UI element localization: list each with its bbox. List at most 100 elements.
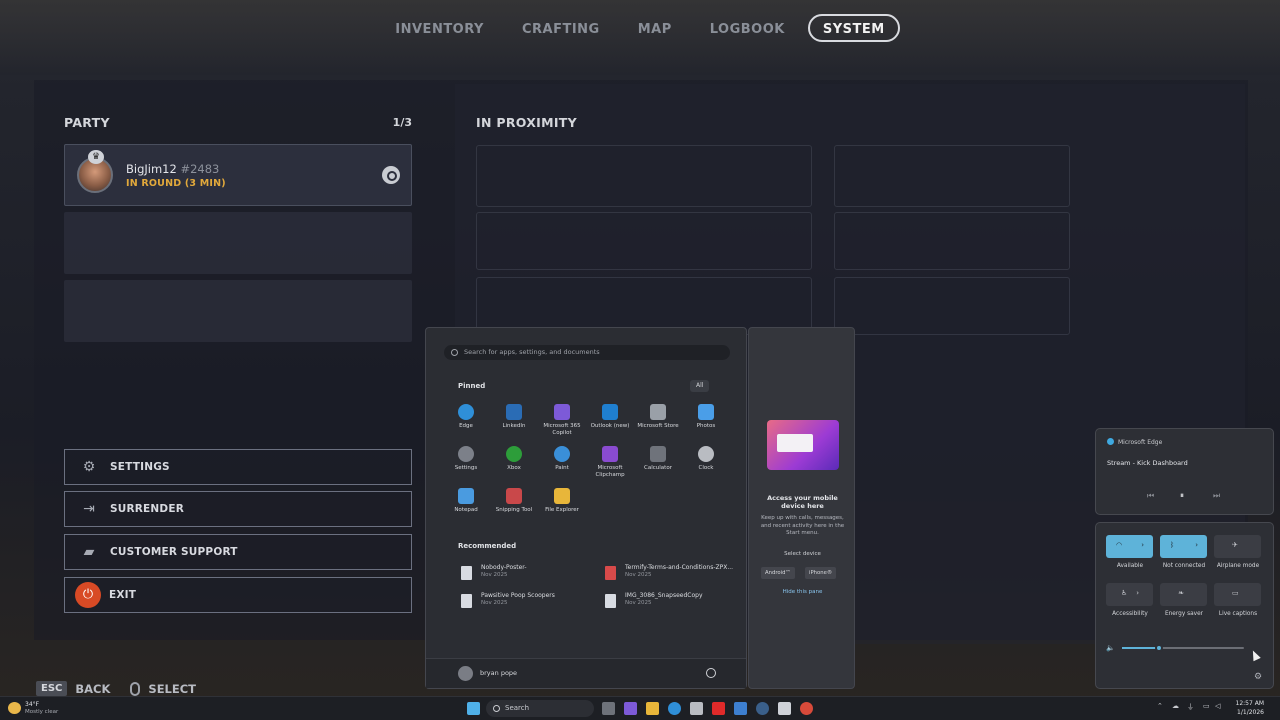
steam-icon[interactable] [756,702,769,715]
exit-button[interactable]: ⏻ EXIT [64,577,412,613]
volume-fill [1122,647,1159,649]
surrender-label: SURRENDER [110,503,184,515]
chat-icon: ▰ [83,544,95,560]
proximity-slot [834,212,1070,270]
gear-icon[interactable]: ⚙ [1254,672,1262,682]
start-search-input[interactable]: Search for apps, settings, and documents [444,345,730,360]
recommended-label: Recommended [458,542,517,550]
back-hint[interactable]: BACK [75,682,110,696]
document-icon [461,594,472,608]
accessibility-toggle[interactable]: ♿ › [1106,583,1153,606]
captions-icon: ▭ [1232,589,1239,597]
task-view-icon[interactable] [602,702,615,715]
customer-support-label: CUSTOMER SUPPORT [110,546,238,558]
app-m365-copilot[interactable]: Microsoft 365 Copilot [538,404,586,437]
app-label: Snipping Tool [495,507,533,513]
app-outlook[interactable]: Outlook (new) [586,404,634,430]
crown-icon: ♛ [88,150,104,164]
paint-icon [554,446,570,462]
tab-system[interactable]: SYSTEM [807,14,900,42]
recommended-item[interactable]: Nobody-Poster- Nov 2025 [461,564,601,584]
app-xbox[interactable]: Xbox [490,446,538,472]
recommended-item[interactable]: Termify-Terms-and-Conditions-ZPX... Nov 2… [605,564,745,584]
app-file-explorer[interactable]: File Explorer [538,488,586,514]
app-icon[interactable] [800,702,813,715]
tile-label: Live captions [1218,611,1258,617]
airplane-mode-toggle[interactable]: ✈ [1214,535,1261,558]
edge-icon[interactable] [668,702,681,715]
recommended-item[interactable]: Pawsitive Poop Scoopers Nov 2025 [461,592,601,612]
app-photos[interactable]: Photos [682,404,730,430]
empty-party-slot[interactable] [64,212,412,274]
game-icon[interactable] [778,702,791,715]
taskbar-search-label: Search [505,704,530,712]
app-linkedin[interactable]: LinkedIn [490,404,538,430]
store-icon [650,404,666,420]
app-label: Microsoft Clipchamp [595,465,625,478]
surrender-button[interactable]: ⇥ SURRENDER [64,491,412,527]
store-icon[interactable] [690,702,703,715]
app-label: Microsoft Store [637,423,679,429]
app-icon[interactable] [734,702,747,715]
tab-logbook[interactable]: LOGBOOK [695,14,800,42]
bluetooth-toggle[interactable]: ᛒ › [1160,535,1207,558]
hide-pane-link[interactable]: Hide this pane [757,589,848,595]
app-clipchamp[interactable]: Microsoft Clipchamp [586,446,634,479]
tab-map[interactable]: MAP [623,14,687,42]
user-avatar[interactable] [458,666,473,681]
power-icon[interactable] [706,668,716,678]
leaf-icon: ❧ [1178,589,1184,597]
chevron-right-icon: › [1136,589,1139,597]
app-calculator[interactable]: Calculator [634,446,682,472]
photos-icon [698,404,714,420]
clock[interactable]: 12:57 AM 1/1/2026 [1232,699,1264,717]
user-name[interactable]: bryan pope [480,669,517,677]
previous-track-icon[interactable]: ⏮ [1147,491,1154,501]
cloud-icon[interactable]: ☁ [1172,702,1179,710]
chevron-up-icon[interactable]: ⌃ [1157,702,1163,710]
recommended-item[interactable]: IMG_3086_SnapseedCopy Nov 2025 [605,592,745,612]
app-label: Photos [696,423,716,429]
iphone-button[interactable]: iPhone® [805,567,837,579]
tab-inventory[interactable]: INVENTORY [380,14,499,42]
recommended-date: Nov 2025 [481,600,508,606]
speaker-icon[interactable]: ◁ [1215,702,1220,710]
windows-start-icon[interactable] [467,702,480,715]
app-paint[interactable]: Paint [538,446,586,472]
live-captions-toggle[interactable]: ▭ [1214,583,1261,606]
app-settings[interactable]: Settings [442,446,490,472]
youtube-icon[interactable] [712,702,725,715]
tile-label: Available [1116,563,1144,569]
weather-icon [8,702,21,714]
all-apps-button[interactable]: All [690,380,710,392]
copilot-icon [554,404,570,420]
app-clock[interactable]: Clock [682,446,730,472]
next-track-icon[interactable]: ⏭ [1213,491,1220,501]
pause-icon[interactable]: ⏸ [1180,491,1184,501]
microphone-icon[interactable]: ⏚ [1187,702,1194,712]
network-icon[interactable]: ▭ [1203,702,1210,710]
snipping-tool-icon [506,488,522,504]
app-snipping-tool[interactable]: Snipping Tool [490,488,538,514]
customer-support-button[interactable]: ▰ CUSTOMER SUPPORT [64,534,412,570]
folder-icon[interactable] [646,702,659,715]
volume-knob[interactable] [1154,644,1163,652]
copilot-icon[interactable] [624,702,637,715]
app-notepad[interactable]: Notepad [442,488,490,514]
taskbar-search[interactable]: Search [486,700,594,717]
app-label: Edge [459,423,473,429]
settings-button[interactable]: ⚙ SETTINGS [64,449,412,485]
empty-party-slot[interactable] [64,280,412,342]
control-hints: ESC BACK SELECT [36,681,208,696]
android-button[interactable]: Android™ [761,567,795,579]
tab-crafting[interactable]: CRAFTING [507,14,615,42]
energy-saver-toggle[interactable]: ❧ [1160,583,1207,606]
app-store[interactable]: Microsoft Store [634,404,682,430]
party-member-card[interactable]: ♛ BigJim12 #2483 IN ROUND (3 MIN) [64,144,412,206]
wifi-toggle[interactable]: ◠ › [1106,535,1153,558]
speaker-icon[interactable]: 🔈 [1106,644,1115,652]
mouse-icon [130,681,141,696]
volume-slider[interactable] [1122,644,1244,652]
app-edge[interactable]: Edge [442,404,490,430]
pinned-label: Pinned [458,382,486,390]
